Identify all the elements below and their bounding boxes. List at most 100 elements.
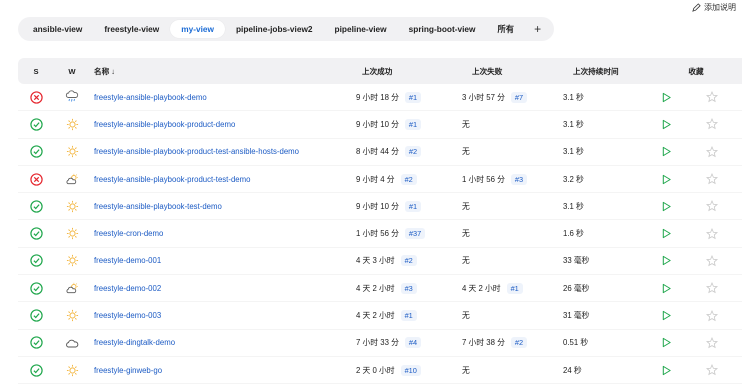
favorite-star-icon[interactable] — [682, 364, 742, 376]
table-row: freestyle-dingtalk-demo 7 小时 33 分 #4 7 小时… — [18, 330, 742, 357]
job-name-link[interactable]: freestyle-ansible-playbook-product-demo — [94, 120, 235, 129]
run-build-icon[interactable] — [650, 174, 682, 185]
favorite-star-icon[interactable] — [682, 145, 742, 158]
last-success-cell: 9 小时 10 分 #1 — [356, 200, 462, 212]
run-build-icon[interactable] — [650, 146, 682, 157]
last-success-time: 9 小时 10 分 — [356, 119, 399, 129]
job-name-link[interactable]: freestyle-demo-002 — [94, 284, 161, 293]
favorite-star-icon[interactable] — [682, 336, 742, 349]
last-failure-cell: 7 小时 38 分 #2 — [462, 337, 563, 349]
last-success-cell: 9 小时 10 分 #1 — [356, 118, 462, 130]
last-duration: 24 秒 — [563, 365, 582, 375]
tab-1[interactable]: freestyle-view — [93, 20, 170, 38]
last-success-build-link[interactable]: #3 — [400, 282, 417, 294]
sun-icon — [54, 227, 90, 240]
add-view-button[interactable]: + — [525, 21, 550, 37]
last-success-build-link[interactable]: #1 — [404, 91, 422, 103]
column-header-last-success[interactable]: 上次成功 — [356, 66, 462, 77]
favorite-star-icon[interactable] — [682, 309, 742, 322]
add-description-link[interactable]: 添加说明 — [692, 2, 736, 13]
favorite-star-icon[interactable] — [682, 200, 742, 212]
last-success-cell: 4 天 2 小时 #3 — [356, 282, 462, 294]
partly-cloudy-icon — [54, 282, 90, 295]
last-failure-build-link[interactable]: #1 — [506, 282, 523, 294]
table-row: freestyle-ansible-playbook-test-demo 9 小… — [18, 193, 742, 221]
last-duration: 31 毫秒 — [563, 311, 590, 321]
last-success-time: 4 天 2 小时 — [356, 283, 395, 293]
view-tabs: ansible-view freestyle-view my-view pipelin… — [18, 17, 555, 41]
run-build-icon[interactable] — [650, 255, 682, 266]
run-build-icon[interactable] — [650, 337, 682, 348]
favorite-star-icon[interactable] — [682, 282, 742, 294]
last-failure-cell: 无 — [462, 146, 563, 157]
column-header-name[interactable]: 名称 ↓ — [90, 66, 356, 77]
tab-5[interactable]: spring-boot-view — [398, 20, 487, 38]
tab-2[interactable]: my-view — [170, 20, 225, 38]
run-build-icon[interactable] — [650, 228, 682, 239]
last-duration: 3.2 秒 — [563, 174, 584, 184]
job-name-link[interactable]: freestyle-demo-001 — [94, 256, 161, 265]
last-failure-cell: 4 天 2 小时 #1 — [462, 282, 563, 294]
last-success-build-link[interactable]: #1 — [404, 118, 422, 130]
last-success-build-link[interactable]: #10 — [400, 364, 421, 376]
column-header-last-failure[interactable]: 上次失败 — [462, 66, 563, 77]
favorite-star-icon[interactable] — [682, 254, 742, 267]
run-build-icon[interactable] — [650, 310, 682, 321]
column-header-weather[interactable]: W — [54, 67, 90, 76]
favorite-star-icon[interactable] — [682, 118, 742, 130]
last-failure-cell: 无 — [462, 201, 563, 212]
job-name-link[interactable]: freestyle-demo-003 — [94, 311, 161, 320]
last-success-build-link[interactable]: #2 — [404, 146, 422, 158]
table-row: freestyle-ansible-playbook-product-test-… — [18, 139, 742, 166]
last-duration: 1.6 秒 — [563, 229, 584, 239]
last-success-build-link[interactable]: #4 — [404, 337, 422, 349]
last-duration: 3.1 秒 — [563, 201, 584, 211]
last-success-time: 4 天 2 小时 — [356, 311, 395, 321]
job-name-link[interactable]: freestyle-ansible-playbook-demo — [94, 93, 207, 102]
last-failure-build-link[interactable]: #7 — [510, 91, 528, 103]
last-success-build-link[interactable]: #2 — [400, 255, 417, 267]
run-build-icon[interactable] — [650, 365, 682, 376]
success-status-icon — [18, 118, 54, 131]
job-name-link[interactable]: freestyle-ansible-playbook-product-test-… — [94, 175, 250, 184]
last-success-cell: 9 小时 18 分 #1 — [356, 91, 462, 103]
tab-3[interactable]: pipeline-jobs-view2 — [225, 20, 324, 38]
last-failure-time: 1 小时 56 分 — [462, 174, 505, 184]
run-build-icon[interactable] — [650, 92, 682, 103]
table-row: freestyle-ansible-playbook-product-demo … — [18, 111, 742, 139]
last-failure-cell: 3 小时 57 分 #7 — [462, 91, 563, 103]
column-header-last-duration[interactable]: 上次持续时间 — [563, 66, 650, 77]
favorite-star-icon[interactable] — [682, 227, 742, 240]
last-success-build-link[interactable]: #1 — [400, 310, 417, 322]
last-failure-time: 无 — [462, 201, 470, 211]
last-success-time: 8 小时 44 分 — [356, 147, 399, 157]
last-failure-build-link[interactable]: #2 — [510, 337, 528, 349]
last-success-cell: 9 小时 4 分 #2 — [356, 173, 462, 185]
column-header-favorite[interactable]: 收藏 — [650, 66, 742, 77]
favorite-star-icon[interactable] — [682, 91, 742, 103]
job-name-link[interactable]: freestyle-dingtalk-demo — [94, 338, 175, 347]
job-name-link[interactable]: freestyle-cron-demo — [94, 229, 163, 238]
job-name-link[interactable]: freestyle-ansible-playbook-test-demo — [94, 202, 222, 211]
last-success-time: 9 小时 10 分 — [356, 201, 399, 211]
tab-6[interactable]: 所有 — [486, 19, 525, 39]
last-success-time: 7 小时 33 分 — [356, 338, 399, 348]
tab-4[interactable]: pipeline-view — [324, 20, 398, 38]
column-header-status[interactable]: S — [18, 67, 54, 76]
last-success-time: 4 天 3 小时 — [356, 256, 395, 266]
last-success-build-link[interactable]: #1 — [404, 200, 422, 212]
last-failure-build-link[interactable]: #3 — [510, 173, 528, 185]
run-build-icon[interactable] — [650, 201, 682, 212]
last-success-cell: 7 小时 33 分 #4 — [356, 337, 462, 349]
last-success-build-link[interactable]: #2 — [400, 173, 417, 185]
job-name-link[interactable]: freestyle-ginweb-go — [94, 366, 162, 375]
job-name-link[interactable]: freestyle-ansible-playbook-product-test-… — [94, 147, 299, 156]
last-success-time: 1 小时 56 分 — [356, 229, 399, 239]
run-build-icon[interactable] — [650, 119, 682, 130]
last-failure-cell: 无 — [462, 228, 563, 239]
tab-0[interactable]: ansible-view — [22, 20, 93, 38]
run-build-icon[interactable] — [650, 283, 682, 294]
last-success-build-link[interactable]: #37 — [404, 228, 426, 240]
favorite-star-icon[interactable] — [682, 173, 742, 185]
last-duration: 33 毫秒 — [563, 256, 590, 266]
